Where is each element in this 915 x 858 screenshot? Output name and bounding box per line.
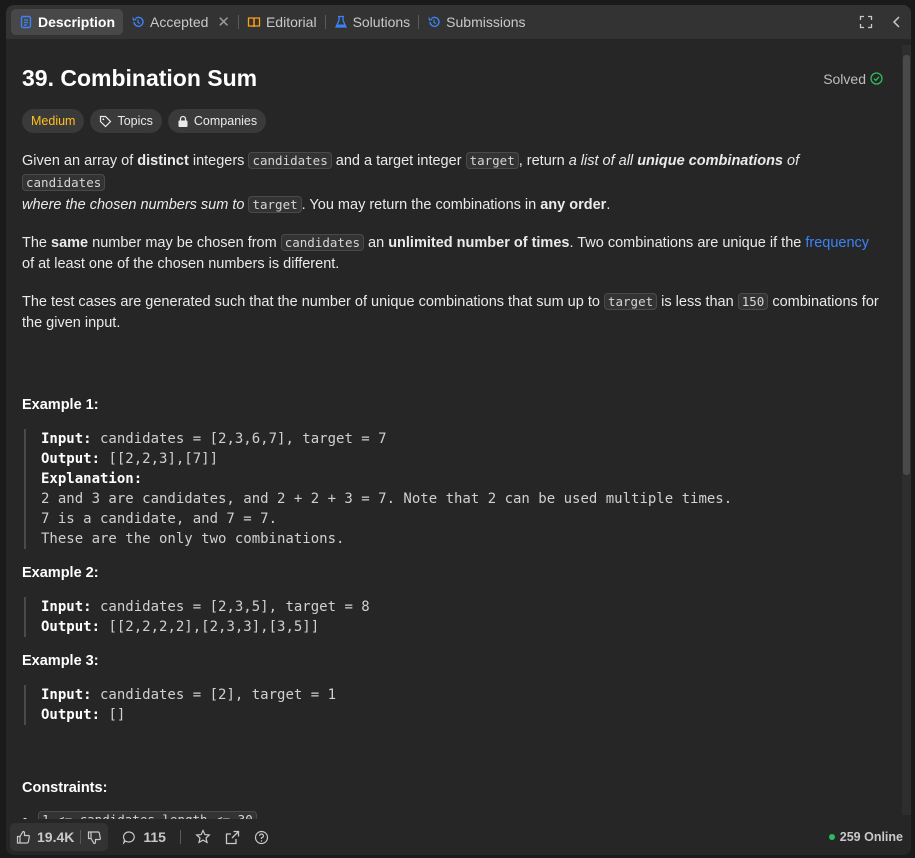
thumbs-down-icon[interactable]: [87, 830, 102, 845]
likes-count[interactable]: 19.4K: [37, 829, 74, 845]
constraints-title: Constraints:: [22, 780, 108, 796]
inline-code: target: [248, 196, 302, 213]
book-icon: [247, 15, 261, 29]
example-title: Example 2:: [22, 565, 99, 581]
tab-accepted[interactable]: Accepted ✕: [123, 9, 238, 35]
inline-code: candidates: [248, 152, 332, 169]
constraints-list: 1 <= candidates.length <= 30: [22, 811, 885, 819]
history-icon: [131, 15, 145, 29]
description-paragraph: The same number may be chosen from candi…: [22, 234, 870, 272]
chevron-left-icon[interactable]: [891, 15, 903, 29]
comment-icon: [122, 830, 137, 845]
scrollbar-thumb[interactable]: [903, 55, 910, 475]
tab-submissions[interactable]: Submissions: [419, 9, 533, 35]
online-count: 259 Online: [839, 830, 903, 844]
inline-code: 150: [737, 293, 769, 310]
bottom-bar: 19.4K 115 259 Online: [6, 819, 911, 855]
like-group: 19.4K: [10, 823, 109, 851]
companies-label: Companies: [193, 114, 258, 128]
description-paragraph: Given an array of distinct integers cand…: [22, 152, 800, 213]
example-title: Example 3:: [22, 653, 99, 669]
example-block: Input: candidates = [2], target = 1 Outp…: [24, 685, 885, 725]
problem-panel: Description Accepted ✕ Editorial Solutio…: [6, 5, 911, 855]
badges-row: Medium Topics Companies: [22, 109, 885, 133]
example-block: Input: candidates = [2,3,5], target = 8 …: [24, 597, 885, 637]
maximize-icon[interactable]: [859, 15, 873, 29]
solved-label: Solved: [823, 70, 866, 87]
tab-label: Submissions: [446, 14, 526, 30]
star-icon[interactable]: [195, 829, 211, 845]
lock-icon: [177, 115, 189, 128]
flask-icon: [334, 15, 348, 29]
difficulty-badge[interactable]: Medium: [22, 109, 85, 133]
companies-button[interactable]: Companies: [167, 109, 267, 133]
document-icon: [19, 15, 33, 29]
online-status: 259 Online: [828, 830, 903, 844]
comments-button[interactable]: 115: [122, 829, 166, 845]
tab-label: Description: [38, 14, 116, 30]
page-title[interactable]: 39. Combination Sum: [22, 65, 257, 92]
check-circle-icon: [870, 72, 883, 85]
inline-code: candidates: [22, 174, 106, 191]
close-icon[interactable]: ✕: [217, 13, 230, 31]
tab-label: Solutions: [352, 14, 411, 30]
comments-count: 115: [143, 829, 166, 845]
tab-description[interactable]: Description: [11, 9, 124, 35]
tab-bar: Description Accepted ✕ Editorial Solutio…: [6, 5, 911, 39]
divider: [179, 830, 181, 844]
online-dot: [828, 834, 835, 840]
solved-status: Solved: [823, 71, 883, 87]
history-icon: [427, 15, 441, 29]
help-icon[interactable]: [254, 830, 269, 845]
thumbs-up-icon[interactable]: [16, 830, 31, 845]
example-block: Input: candidates = [2,3,6,7], target = …: [24, 429, 885, 549]
tab-editorial[interactable]: Editorial: [239, 9, 325, 35]
topics-label: Topics: [117, 114, 153, 128]
inline-code: target: [603, 293, 658, 310]
tab-label: Accepted: [150, 14, 209, 30]
inline-code: candidates: [280, 234, 364, 251]
scrollbar[interactable]: [902, 45, 911, 815]
tag-icon: [99, 115, 112, 128]
description-paragraph: The test cases are generated such that t…: [22, 293, 879, 331]
divider: [80, 830, 82, 844]
tab-label: Editorial: [265, 14, 317, 30]
frequency-link[interactable]: frequency: [805, 235, 869, 251]
description-content: 39. Combination Sum Solved Medium Topics: [6, 39, 901, 819]
list-item: 1 <= candidates.length <= 30: [38, 811, 885, 819]
share-icon[interactable]: [225, 830, 240, 845]
topics-button[interactable]: Topics: [90, 109, 162, 133]
inline-code: target: [465, 152, 519, 169]
example-title: Example 1:: [22, 397, 99, 413]
tab-solutions[interactable]: Solutions: [326, 9, 419, 35]
